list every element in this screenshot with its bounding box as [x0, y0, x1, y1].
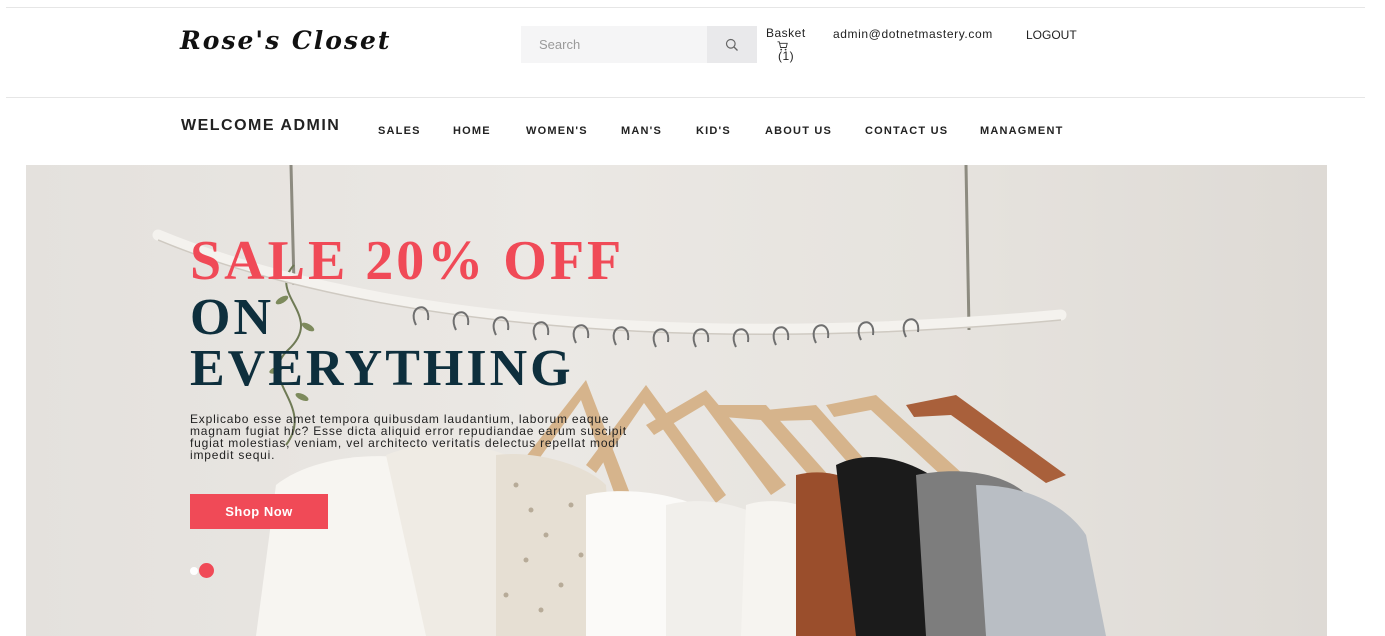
- hero-heading-everything: EVERYTHING: [190, 340, 574, 397]
- hero-sale-heading: SALE 20% OFF: [190, 230, 625, 292]
- header-divider: [6, 97, 1365, 98]
- logout-link[interactable]: LOGOUT: [1026, 28, 1077, 42]
- nav-item-about-us[interactable]: ABOUT US: [765, 125, 832, 137]
- search-input[interactable]: [521, 26, 725, 63]
- basket-label: Basket: [766, 26, 806, 40]
- top-divider: [6, 7, 1365, 8]
- basket-count: (1): [778, 49, 795, 63]
- search-icon: [725, 38, 738, 51]
- carousel-dot-2[interactable]: [199, 563, 214, 578]
- user-email: admin@dotnetmastery.com: [833, 27, 993, 41]
- carousel-dot-1[interactable]: [190, 567, 198, 575]
- shop-now-button[interactable]: Shop Now: [190, 494, 328, 529]
- nav-item-managment[interactable]: MANAGMENT: [980, 125, 1064, 137]
- welcome-text: WELCOME ADMIN: [181, 117, 341, 134]
- nav-item-contact-us[interactable]: CONTACT US: [865, 125, 948, 137]
- basket-link[interactable]: Basket (1): [766, 26, 806, 63]
- hero-heading-on: ON: [190, 289, 274, 346]
- nav-item-kids[interactable]: KID'S: [696, 125, 731, 137]
- search-bar: [521, 26, 757, 63]
- hero-description: Explicabo esse amet tempora quibusdam la…: [190, 412, 627, 462]
- search-button[interactable]: [707, 26, 757, 63]
- nav-item-womens[interactable]: WOMEN'S: [526, 125, 588, 137]
- nav-item-mans[interactable]: MAN'S: [621, 125, 662, 137]
- hero-banner: SALE 20% OFF ON EVERYTHING Explicabo ess…: [26, 165, 1327, 636]
- brand-logo[interactable]: Rose's Closet: [180, 26, 391, 55]
- nav-item-home[interactable]: HOME: [453, 125, 491, 137]
- nav-item-sales[interactable]: SALES: [378, 125, 421, 137]
